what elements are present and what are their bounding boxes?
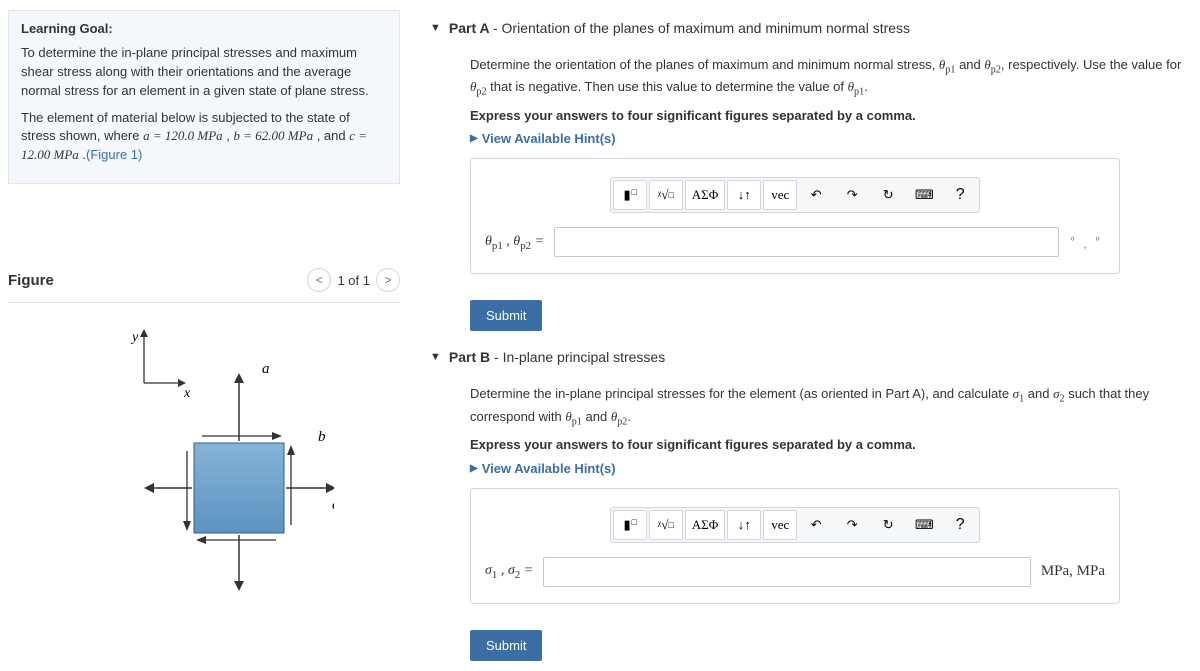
formula-toolbar: ▮□ ᵡ√□ ΑΣΦ ↓↑ vec ↶ ↷ ↻ ⌨ ? [610, 177, 980, 213]
figure-heading: Figure [8, 272, 54, 289]
part-a-submit-button[interactable]: Submit [470, 300, 542, 331]
tb-undo-button[interactable]: ↶ [799, 180, 833, 210]
tb-undo-button[interactable]: ↶ [799, 510, 833, 540]
tb-help-button[interactable]: ? [943, 510, 977, 540]
tb-vec-button[interactable]: vec [763, 180, 797, 210]
figure-diagram: y x a b [8, 303, 400, 593]
tb-templates-button[interactable]: ▮□ [613, 510, 647, 540]
tb-redo-button[interactable]: ↷ [835, 180, 869, 210]
svg-text:b: b [318, 429, 326, 445]
part-a-toggle-icon[interactable]: ▼ [430, 22, 441, 34]
figure-prev-button[interactable]: < [307, 268, 331, 292]
tb-vec-button[interactable]: vec [763, 510, 797, 540]
tb-reset-button[interactable]: ↻ [871, 510, 905, 540]
tb-subsup-button[interactable]: ↓↑ [727, 510, 761, 540]
part-a-hints-link[interactable]: ▶ View Available Hint(s) [470, 131, 1190, 146]
figure-counter: 1 of 1 [337, 273, 370, 288]
tb-keyboard-button[interactable]: ⌨ [907, 180, 941, 210]
part-a-input-label: θp1 , θp2 = [485, 234, 544, 252]
tb-templates-button[interactable]: ▮□ [613, 180, 647, 210]
svg-text:c: c [332, 497, 334, 513]
tb-redo-button[interactable]: ↷ [835, 510, 869, 540]
svg-text:y: y [130, 330, 139, 345]
part-a-answer-box: ▮□ ᵡ√□ ΑΣΦ ↓↑ vec ↶ ↷ ↻ ⌨ ? θp1 , θp2 = [470, 158, 1120, 274]
part-b-toggle-icon[interactable]: ▼ [430, 351, 441, 363]
part-a-prompt: Determine the orientation of the planes … [470, 56, 1190, 101]
tb-greek-button[interactable]: ΑΣΦ [685, 180, 725, 210]
tb-help-button[interactable]: ? [943, 180, 977, 210]
part-b-hints-link[interactable]: ▶ View Available Hint(s) [470, 461, 1190, 476]
part-b-answer-input[interactable] [543, 557, 1031, 587]
learning-goal-para2: The element of material below is subject… [21, 109, 387, 166]
tb-reset-button[interactable]: ↻ [871, 180, 905, 210]
tb-sqrt-button[interactable]: ᵡ√□ [649, 180, 683, 210]
part-a-answer-input[interactable] [554, 227, 1059, 257]
svg-text:x: x [183, 386, 191, 401]
part-b-answer-box: ▮□ ᵡ√□ ΑΣΦ ↓↑ vec ↶ ↷ ↻ ⌨ ? σ1 , σ2 = [470, 488, 1120, 604]
figure-next-button[interactable]: > [376, 268, 400, 292]
learning-goal-heading: Learning Goal: [21, 21, 387, 36]
part-a-title: Part A - Orientation of the planes of ma… [449, 20, 910, 36]
figure-link[interactable]: (Figure 1) [86, 147, 142, 162]
tb-greek-button[interactable]: ΑΣΦ [685, 510, 725, 540]
part-b-instruction: Express your answers to four significant… [470, 436, 1190, 455]
part-b-prompt: Determine the in-plane principal stresse… [470, 385, 1190, 430]
learning-goal-panel: Learning Goal: To determine the in-plane… [8, 10, 400, 184]
chevron-right-icon: ▶ [470, 133, 478, 144]
formula-toolbar: ▮□ ᵡ√□ ΑΣΦ ↓↑ vec ↶ ↷ ↻ ⌨ ? [610, 507, 980, 543]
tb-subsup-button[interactable]: ↓↑ [727, 180, 761, 210]
part-b-input-label: σ1 , σ2 = [485, 563, 533, 581]
chevron-right-icon: ▶ [470, 463, 478, 474]
part-b-submit-button[interactable]: Submit [470, 630, 542, 661]
part-b-title: Part B - In-plane principal stresses [449, 349, 665, 365]
part-b-unit-tail: MPa, MPa [1041, 563, 1105, 580]
tb-keyboard-button[interactable]: ⌨ [907, 510, 941, 540]
svg-text:a: a [262, 361, 270, 377]
part-a-instruction: Express your answers to four significant… [470, 107, 1190, 126]
learning-goal-para1: To determine the in-plane principal stre… [21, 44, 387, 101]
tb-sqrt-button[interactable]: ᵡ√□ [649, 510, 683, 540]
degree-placeholder-icon: ∘ ∘, [1069, 236, 1105, 249]
